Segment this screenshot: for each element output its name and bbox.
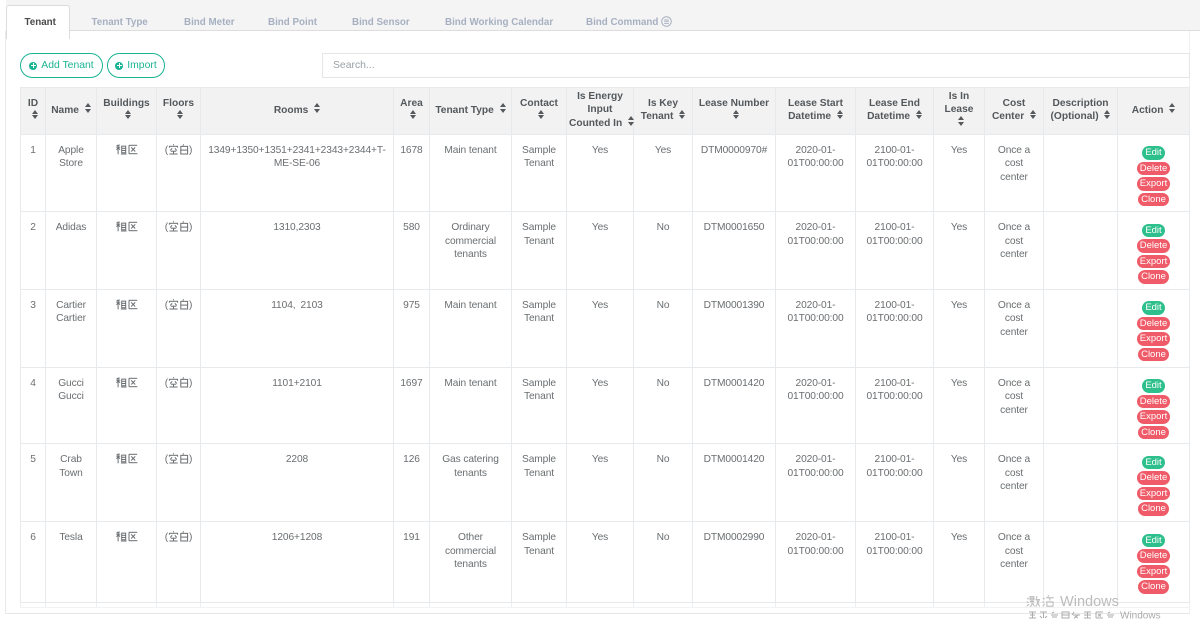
svg-text:Windows: Windows [1120,611,1161,619]
